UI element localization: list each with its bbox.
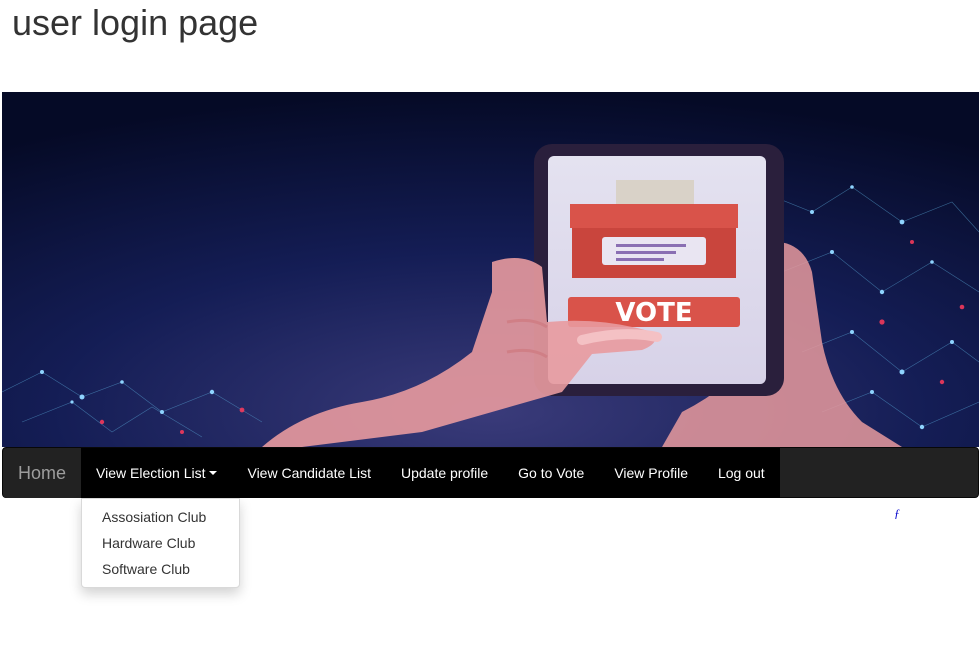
nav-view-election-list[interactable]: View Election List xyxy=(81,448,232,498)
dropdown-item-hardware-club[interactable]: Hardware Club xyxy=(82,530,239,556)
caret-down-icon xyxy=(209,471,218,475)
navbar-menu: Home View Election List View Candidate L… xyxy=(3,448,780,498)
election-list-dropdown: Assosiation Club Hardware Club Software … xyxy=(81,498,240,588)
vote-label: VOTE xyxy=(615,298,692,328)
dropdown-item-assosiation-club[interactable]: Assosiation Club xyxy=(82,504,239,530)
main-navbar: Home View Election List View Candidate L… xyxy=(2,447,979,498)
nav-view-candidate-list[interactable]: View Candidate List xyxy=(232,448,385,498)
nav-home-link[interactable]: Home xyxy=(3,448,82,498)
banner-image: VOTE xyxy=(2,92,979,447)
nav-view-election-list-label: View Election List xyxy=(96,465,206,481)
dropdown-item-software-club[interactable]: Software Club xyxy=(82,556,239,582)
nav-go-to-vote[interactable]: Go to Vote xyxy=(503,448,599,498)
nav-log-out[interactable]: Log out xyxy=(703,448,780,498)
stray-text-mark: ƒ xyxy=(894,506,900,520)
vote-illustration: VOTE xyxy=(2,92,979,447)
page-title: user login page xyxy=(12,2,259,43)
nav-update-profile[interactable]: Update profile xyxy=(386,448,503,498)
nav-view-profile[interactable]: View Profile xyxy=(599,448,703,498)
